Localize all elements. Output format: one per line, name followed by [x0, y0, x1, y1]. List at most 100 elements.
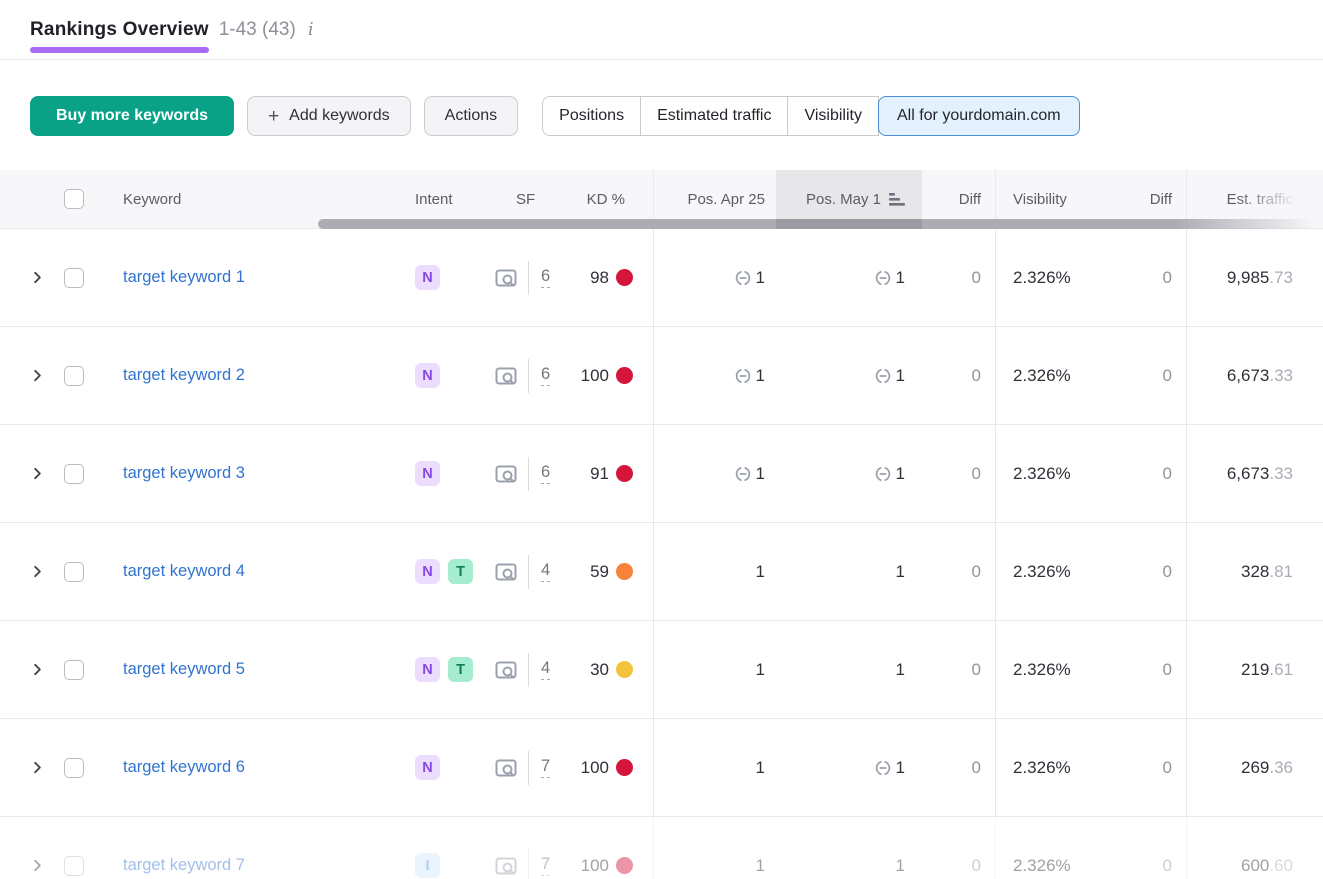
pos-diff-value: 0 — [972, 660, 981, 680]
actions-button[interactable]: Actions — [424, 96, 518, 136]
position-link-icon[interactable] — [874, 269, 892, 287]
add-keywords-button[interactable]: + Add keywords — [247, 96, 411, 136]
keyword-link[interactable]: target keyword 7 — [123, 856, 245, 875]
visibility-diff-value: 0 — [1163, 758, 1172, 778]
row-checkbox[interactable] — [64, 464, 84, 484]
pos-diff-value: 0 — [972, 366, 981, 386]
scrollbar-highlight-segment — [776, 219, 922, 229]
position-link-icon[interactable] — [734, 269, 752, 287]
visibility-diff-value: 0 — [1163, 366, 1172, 386]
serp-preview-icon[interactable] — [493, 363, 519, 389]
pos-apr-value: 1 — [756, 366, 765, 386]
serp-preview-icon[interactable] — [493, 461, 519, 487]
row-checkbox[interactable] — [64, 660, 84, 680]
table-body: target keyword 1 N 6 98 1 1 0 2.326% — [0, 228, 1323, 879]
keyword-link[interactable]: target keyword 3 — [123, 464, 245, 483]
est-traffic-decimals: .61 — [1269, 660, 1293, 680]
rankings-overview-page: Rankings Overview 1-43 (43) i Buy more k… — [0, 0, 1323, 879]
visibility-value: 2.326% — [1013, 758, 1071, 778]
sf-count-link[interactable]: 6 — [541, 365, 550, 387]
pos-diff-value: 0 — [972, 856, 981, 876]
row-checkbox[interactable] — [64, 856, 84, 876]
sf-count-link[interactable]: 4 — [541, 659, 550, 681]
rankings-table: Keyword Intent SF KD % Pos. Apr 25 Pos. … — [0, 170, 1323, 879]
tab-visibility[interactable]: Visibility — [787, 96, 879, 136]
kd-difficulty-dot — [616, 367, 633, 384]
keyword-link[interactable]: target keyword 6 — [123, 758, 245, 777]
keyword-link[interactable]: target keyword 2 — [123, 366, 245, 385]
horizontal-scrollbar[interactable] — [318, 219, 1315, 229]
visibility-value: 2.326% — [1013, 268, 1071, 288]
kd-difficulty-dot — [616, 759, 633, 776]
expand-row-icon[interactable] — [30, 564, 45, 579]
intent-badge-n: N — [415, 265, 440, 290]
est-traffic-decimals: .73 — [1269, 268, 1293, 288]
pos-diff-value: 0 — [972, 268, 981, 288]
est-traffic-decimals: .60 — [1269, 856, 1293, 876]
intent-badge-n: N — [415, 363, 440, 388]
add-keywords-label: Add keywords — [289, 107, 390, 125]
position-link-icon[interactable] — [734, 465, 752, 483]
tab-all-for-yourdomain[interactable]: All for yourdomain.com — [878, 96, 1080, 136]
kd-value: 59 — [590, 562, 609, 582]
pos-may-value: 1 — [896, 268, 905, 288]
row-checkbox[interactable] — [64, 758, 84, 778]
visibility-value: 2.326% — [1013, 464, 1071, 484]
serp-preview-icon[interactable] — [493, 755, 519, 781]
sf-count-link[interactable]: 4 — [541, 561, 550, 583]
select-all-checkbox[interactable] — [64, 189, 84, 209]
sf-count-link[interactable]: 7 — [541, 757, 550, 779]
expand-row-icon[interactable] — [30, 368, 45, 383]
kd-value: 98 — [590, 268, 609, 288]
visibility-diff-value: 0 — [1163, 464, 1172, 484]
expand-row-icon[interactable] — [30, 466, 45, 481]
expand-row-icon[interactable] — [30, 858, 45, 873]
kd-value: 30 — [590, 660, 609, 680]
pos-apr-value: 1 — [756, 464, 765, 484]
tab-estimated-traffic[interactable]: Estimated traffic — [640, 96, 788, 136]
keyword-link[interactable]: target keyword 4 — [123, 562, 245, 581]
position-link-icon[interactable] — [734, 367, 752, 385]
table-row: target keyword 7 I 7 100 1 1 0 2.326% 0 … — [0, 817, 1323, 879]
pos-apr-value: 1 — [756, 562, 765, 582]
buy-more-keywords-button[interactable]: Buy more keywords — [30, 96, 234, 136]
position-link-icon[interactable] — [874, 367, 892, 385]
visibility-diff-value: 0 — [1163, 660, 1172, 680]
page-title-wrap: Rankings Overview — [30, 19, 209, 41]
serp-preview-icon[interactable] — [493, 559, 519, 585]
row-checkbox[interactable] — [64, 562, 84, 582]
keyword-link[interactable]: target keyword 5 — [123, 660, 245, 679]
position-link-icon[interactable] — [874, 465, 892, 483]
pos-apr-value: 1 — [756, 856, 765, 876]
serp-preview-icon[interactable] — [493, 265, 519, 291]
keyword-link[interactable]: target keyword 1 — [123, 268, 245, 287]
pos-apr-value: 1 — [756, 758, 765, 778]
expand-row-icon[interactable] — [30, 662, 45, 677]
expand-row-icon[interactable] — [30, 760, 45, 775]
sf-count-link[interactable]: 6 — [541, 267, 550, 289]
est-traffic-decimals: .36 — [1269, 758, 1293, 778]
expand-row-icon[interactable] — [30, 270, 45, 285]
kd-value: 100 — [581, 366, 609, 386]
divider — [528, 261, 529, 295]
kd-value: 91 — [590, 464, 609, 484]
pos-may-value: 1 — [896, 856, 905, 876]
results-range: 1-43 (43) — [219, 19, 296, 41]
sf-count-link[interactable]: 6 — [541, 463, 550, 485]
table-header-row: Keyword Intent SF KD % Pos. Apr 25 Pos. … — [0, 170, 1323, 228]
row-checkbox[interactable] — [64, 366, 84, 386]
pos-diff-value: 0 — [972, 562, 981, 582]
est-traffic-value: 600 — [1241, 856, 1269, 876]
position-link-icon[interactable] — [874, 759, 892, 777]
divider — [528, 751, 529, 785]
tab-positions[interactable]: Positions — [542, 96, 641, 136]
sort-ascending-icon — [889, 193, 905, 206]
row-checkbox[interactable] — [64, 268, 84, 288]
info-icon[interactable]: i — [308, 19, 314, 40]
serp-preview-icon[interactable] — [493, 853, 519, 879]
est-traffic-value: 269 — [1241, 758, 1269, 778]
table-row: target keyword 2 N 6 100 1 1 0 2.326% — [0, 327, 1323, 425]
divider — [528, 849, 529, 879]
sf-count-link[interactable]: 7 — [541, 855, 550, 877]
serp-preview-icon[interactable] — [493, 657, 519, 683]
